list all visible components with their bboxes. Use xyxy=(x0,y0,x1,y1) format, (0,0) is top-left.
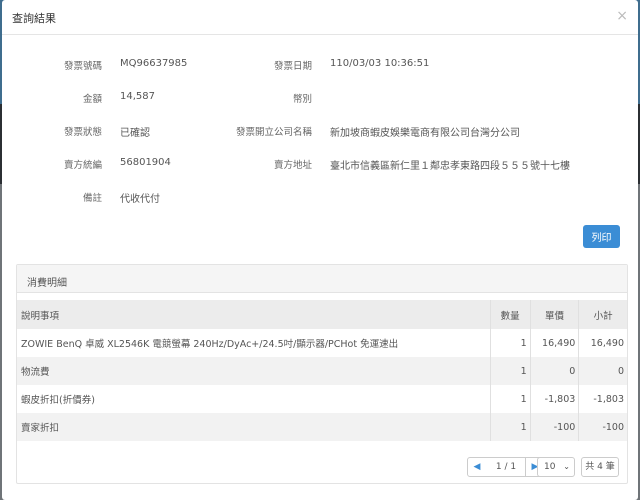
close-icon[interactable]: × xyxy=(616,9,628,23)
page-size-value: 10 xyxy=(544,462,556,472)
tax-id-label: 賣方統編 xyxy=(63,160,102,171)
page-indicator: 1 / 1 xyxy=(486,457,526,477)
info-row: 發票狀態 已確認 發票開立公司名稱 新加坡商蝦皮娛樂電商有限公司台灣分公司 xyxy=(2,124,638,157)
table-row: 賣家折扣 1 -100 -100 xyxy=(17,413,627,441)
modal-header: 查詢結果 × xyxy=(2,0,638,35)
seller-address-value: 臺北市信義區新仁里１鄰忠孝東路四段５５５號十七樓 xyxy=(330,161,570,172)
prev-page-icon[interactable]: ◀ xyxy=(467,457,487,477)
row-price: -100 xyxy=(529,413,579,441)
row-subtotal: -100 xyxy=(578,413,627,441)
header-price: 單價 xyxy=(529,300,579,329)
invoice-date-label: 發票日期 xyxy=(273,61,312,72)
header-qty: 數量 xyxy=(489,300,531,329)
page-size-select[interactable]: 10 ⌄ xyxy=(537,457,575,477)
invoice-status-value: 已確認 xyxy=(120,128,150,139)
details-panel-title: 消費明細 xyxy=(17,265,627,293)
info-row: 賣方統編 56801904 賣方地址 臺北市信義區新仁里１鄰忠孝東路四段５５５號… xyxy=(2,157,638,190)
note-value: 代收代付 xyxy=(120,194,160,205)
table-row: 蝦皮折扣(折價券) 1 -1,803 -1,803 xyxy=(17,385,627,413)
table-row: ZOWIE BenQ 卓威 XL2546K 電競螢幕 240Hz/DyAc+/2… xyxy=(17,329,627,357)
invoice-status-label: 發票狀態 xyxy=(63,127,102,138)
row-desc: ZOWIE BenQ 卓威 XL2546K 電競螢幕 240Hz/DyAc+/2… xyxy=(17,329,491,357)
row-qty: 1 xyxy=(489,357,531,385)
info-row: 備註 代收代付 xyxy=(2,190,638,223)
print-button[interactable]: 列印 xyxy=(583,225,620,248)
tax-id-value: 56801904 xyxy=(120,157,171,168)
total-count: 共 4 筆 xyxy=(581,457,619,477)
details-table: 說明事項 數量 單價 小計 ZOWIE BenQ 卓威 XL2546K 電競螢幕… xyxy=(17,300,627,441)
row-qty: 1 xyxy=(489,413,531,441)
row-subtotal: -1,803 xyxy=(578,385,627,413)
note-label: 備註 xyxy=(82,193,102,204)
table-row: 物流費 1 0 0 xyxy=(17,357,627,385)
invoice-number-label: 發票號碼 xyxy=(63,61,102,72)
table-header-row: 說明事項 數量 單價 小計 xyxy=(17,300,627,329)
row-price: 16,490 xyxy=(529,329,579,357)
row-desc: 物流費 xyxy=(17,357,491,385)
info-row: 金額 14,587 幣別 xyxy=(2,91,638,124)
issuer-company-value: 新加坡商蝦皮娛樂電商有限公司台灣分公司 xyxy=(330,128,520,139)
amount-label: 金額 xyxy=(82,94,102,105)
chevron-down-icon: ⌄ xyxy=(563,462,570,471)
header-subtotal: 小計 xyxy=(578,300,627,329)
info-row: 發票號碼 MQ96637985 發票日期 110/03/03 10:36:51 xyxy=(2,58,638,91)
row-qty: 1 xyxy=(489,329,531,357)
row-subtotal: 16,490 xyxy=(578,329,627,357)
row-subtotal: 0 xyxy=(578,357,627,385)
row-price: -1,803 xyxy=(529,385,579,413)
currency-label: 幣別 xyxy=(292,94,312,105)
row-desc: 賣家折扣 xyxy=(17,413,491,441)
row-price: 0 xyxy=(529,357,579,385)
details-panel: 消費明細 說明事項 數量 單價 小計 ZOWIE BenQ 卓威 XL2546K… xyxy=(16,264,628,484)
header-desc: 說明事項 xyxy=(17,300,491,329)
issuer-company-label: 發票開立公司名稱 xyxy=(235,127,312,138)
query-result-modal: 查詢結果 × 發票號碼 MQ96637985 發票日期 110/03/03 10… xyxy=(2,0,638,500)
seller-address-label: 賣方地址 xyxy=(273,160,312,171)
invoice-number-value: MQ96637985 xyxy=(120,58,188,69)
invoice-info: 發票號碼 MQ96637985 發票日期 110/03/03 10:36:51 … xyxy=(2,58,638,223)
modal-title: 查詢結果 xyxy=(12,12,56,25)
amount-value: 14,587 xyxy=(120,91,155,102)
invoice-date-value: 110/03/03 10:36:51 xyxy=(330,58,430,69)
row-qty: 1 xyxy=(489,385,531,413)
row-desc: 蝦皮折扣(折價券) xyxy=(17,385,491,413)
